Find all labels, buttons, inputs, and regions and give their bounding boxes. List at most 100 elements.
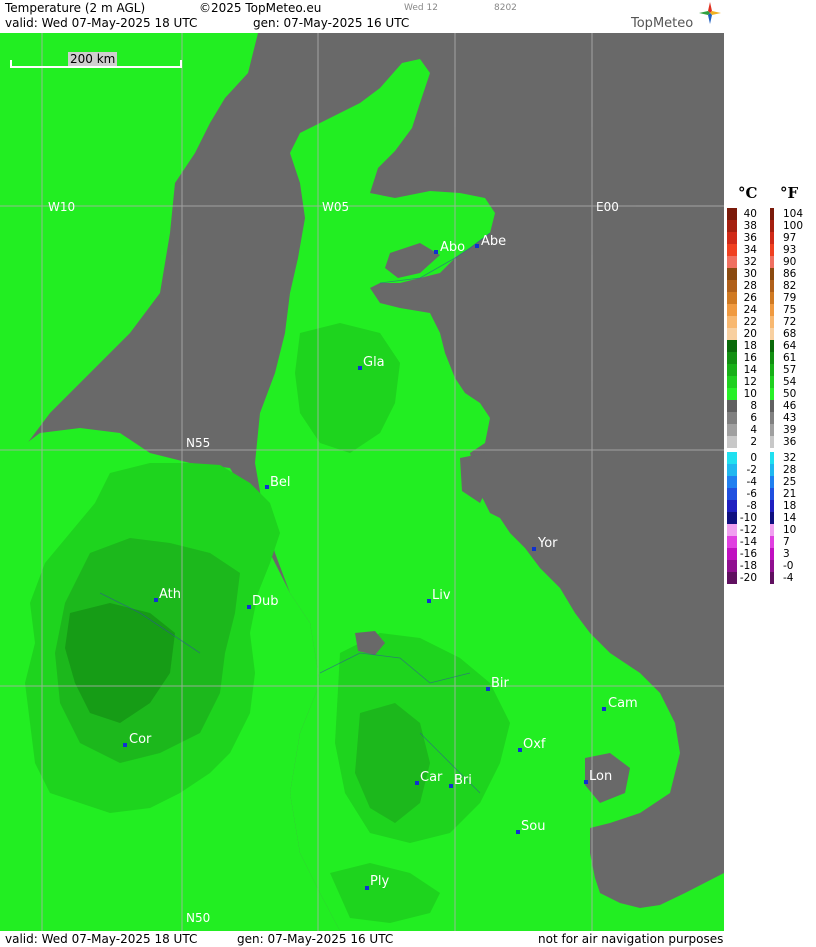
legend-swatch-fahrenheit xyxy=(770,524,774,536)
svg-text:Bri: Bri xyxy=(454,773,472,788)
legend-value-celsius: 10 xyxy=(743,388,757,400)
legend-row: -2 28 xyxy=(725,464,816,476)
legend-value-fahrenheit: 14 xyxy=(783,512,797,524)
map-footer: valid: Wed 07-May-2025 18 UTC gen: 07-Ma… xyxy=(0,931,724,947)
legend-swatch-celsius xyxy=(727,524,737,536)
legend-value-fahrenheit: 61 xyxy=(783,352,797,364)
legend-value-fahrenheit: 72 xyxy=(783,316,797,328)
legend-value-celsius: -12 xyxy=(739,524,757,536)
legend-row: 36 97 xyxy=(725,232,816,244)
legend-row: 6 43 xyxy=(725,412,816,424)
map-title: Temperature (2 m AGL) xyxy=(5,1,146,15)
legend-value-fahrenheit: 3 xyxy=(783,548,790,560)
legend-swatch-celsius xyxy=(727,476,737,488)
legend-swatch-celsius xyxy=(727,548,737,560)
legend-swatch-fahrenheit xyxy=(770,424,774,436)
legend-value-fahrenheit: 57 xyxy=(783,364,797,376)
legend-swatch-fahrenheit xyxy=(770,500,774,512)
legend-row: 16 61 xyxy=(725,352,816,364)
legend-value-fahrenheit: 39 xyxy=(783,424,797,436)
legend-value-celsius: -6 xyxy=(746,488,757,500)
city-oxf: Oxf xyxy=(518,737,546,752)
compass-logo-icon xyxy=(699,2,721,24)
legend-swatch-fahrenheit xyxy=(770,436,774,448)
legend-row: 8 46 xyxy=(725,400,816,412)
legend-value-celsius: 40 xyxy=(743,208,757,220)
legend-value-fahrenheit: 75 xyxy=(783,304,797,316)
legend-value-fahrenheit: 82 xyxy=(783,280,797,292)
legend-value-celsius: 34 xyxy=(743,244,757,256)
legend-value-fahrenheit: 104 xyxy=(783,208,804,220)
svg-text:Bir: Bir xyxy=(491,676,510,691)
legend-swatch-fahrenheit xyxy=(770,560,774,572)
generated-time: gen: 07-May-2025 16 UTC xyxy=(253,16,410,30)
legend-value-fahrenheit: 68 xyxy=(783,328,797,340)
legend-swatch-celsius xyxy=(727,268,737,280)
legend-swatch-fahrenheit xyxy=(770,232,774,244)
legend-value-celsius: -4 xyxy=(746,476,757,488)
legend-value-celsius: 2 xyxy=(750,436,757,448)
legend-value-fahrenheit: -4 xyxy=(783,572,794,584)
legend-row: -20 -4 xyxy=(725,572,816,584)
map-header: Temperature (2 m AGL) ©2025 TopMeteo.eu … xyxy=(0,0,724,32)
legend-row: 38 100 xyxy=(725,220,816,232)
legend-value-celsius: 16 xyxy=(743,352,757,364)
city-lon: Lon xyxy=(584,769,612,784)
svg-text:Lon: Lon xyxy=(589,769,612,784)
legend-row: -4 25 xyxy=(725,476,816,488)
temperature-legend: °C °F 40 104 38 100 36 97 34 93 32 90 30 86 28 82 26 79… xyxy=(725,0,816,947)
legend-value-celsius: 38 xyxy=(743,220,757,232)
svg-text:Abo: Abo xyxy=(440,240,465,255)
run-code: 8202 xyxy=(494,3,517,13)
legend-unit-celsius: °C xyxy=(738,184,758,202)
legend-value-fahrenheit: 93 xyxy=(783,244,797,256)
temperature-map[interactable]: W10 W05 E00 N55 N50 Abo Abe Gla Bel Yor … xyxy=(0,33,724,931)
legend-swatch-celsius xyxy=(727,400,737,412)
legend-value-celsius: 28 xyxy=(743,280,757,292)
legend-swatch-celsius xyxy=(727,412,737,424)
legend-swatch-fahrenheit xyxy=(770,292,774,304)
legend-swatch-fahrenheit xyxy=(770,208,774,220)
legend-row: -10 14 xyxy=(725,512,816,524)
legend-swatch-celsius xyxy=(727,256,737,268)
legend-swatch-fahrenheit xyxy=(770,476,774,488)
svg-text:Oxf: Oxf xyxy=(523,737,546,752)
legend-swatch-fahrenheit xyxy=(770,244,774,256)
legend-row: 12 54 xyxy=(725,376,816,388)
legend-value-fahrenheit: 21 xyxy=(783,488,797,500)
legend-value-celsius: -18 xyxy=(739,560,757,572)
legend-swatch-fahrenheit xyxy=(770,328,774,340)
legend-row: 32 90 xyxy=(725,256,816,268)
footer-generated-time: gen: 07-May-2025 16 UTC xyxy=(237,932,394,946)
legend-value-celsius: -10 xyxy=(739,512,757,524)
legend-value-celsius: 36 xyxy=(743,232,757,244)
legend-swatch-fahrenheit xyxy=(770,512,774,524)
legend-swatch-celsius xyxy=(727,352,737,364)
legend-swatch-fahrenheit xyxy=(770,464,774,476)
legend-value-fahrenheit: 100 xyxy=(783,220,804,232)
legend-value-fahrenheit: 28 xyxy=(783,464,797,476)
legend-swatch-fahrenheit xyxy=(770,268,774,280)
legend-swatch-celsius xyxy=(727,304,737,316)
footer-valid-time: valid: Wed 07-May-2025 18 UTC xyxy=(5,932,198,946)
legend-value-celsius: 4 xyxy=(750,424,757,436)
legend-value-fahrenheit: 79 xyxy=(783,292,797,304)
legend-swatch-fahrenheit xyxy=(770,256,774,268)
legend-swatch-celsius xyxy=(727,424,737,436)
legend-row: 20 68 xyxy=(725,328,816,340)
svg-text:Dub: Dub xyxy=(252,594,279,609)
legend-swatch-celsius xyxy=(727,536,737,548)
legend-row: -12 10 xyxy=(725,524,816,536)
legend-swatch-celsius xyxy=(727,512,737,524)
legend-value-celsius: 26 xyxy=(743,292,757,304)
svg-text:Sou: Sou xyxy=(521,819,545,834)
legend-row: -8 18 xyxy=(725,500,816,512)
legend-swatch-celsius xyxy=(727,208,737,220)
legend-row: -18 -0 xyxy=(725,560,816,572)
legend-value-celsius: 30 xyxy=(743,268,757,280)
legend-swatch-fahrenheit xyxy=(770,548,774,560)
legend-value-fahrenheit: 10 xyxy=(783,524,797,536)
city-dub: Dub xyxy=(247,594,279,609)
legend-value-celsius: 20 xyxy=(743,328,757,340)
legend-row: 14 57 xyxy=(725,364,816,376)
